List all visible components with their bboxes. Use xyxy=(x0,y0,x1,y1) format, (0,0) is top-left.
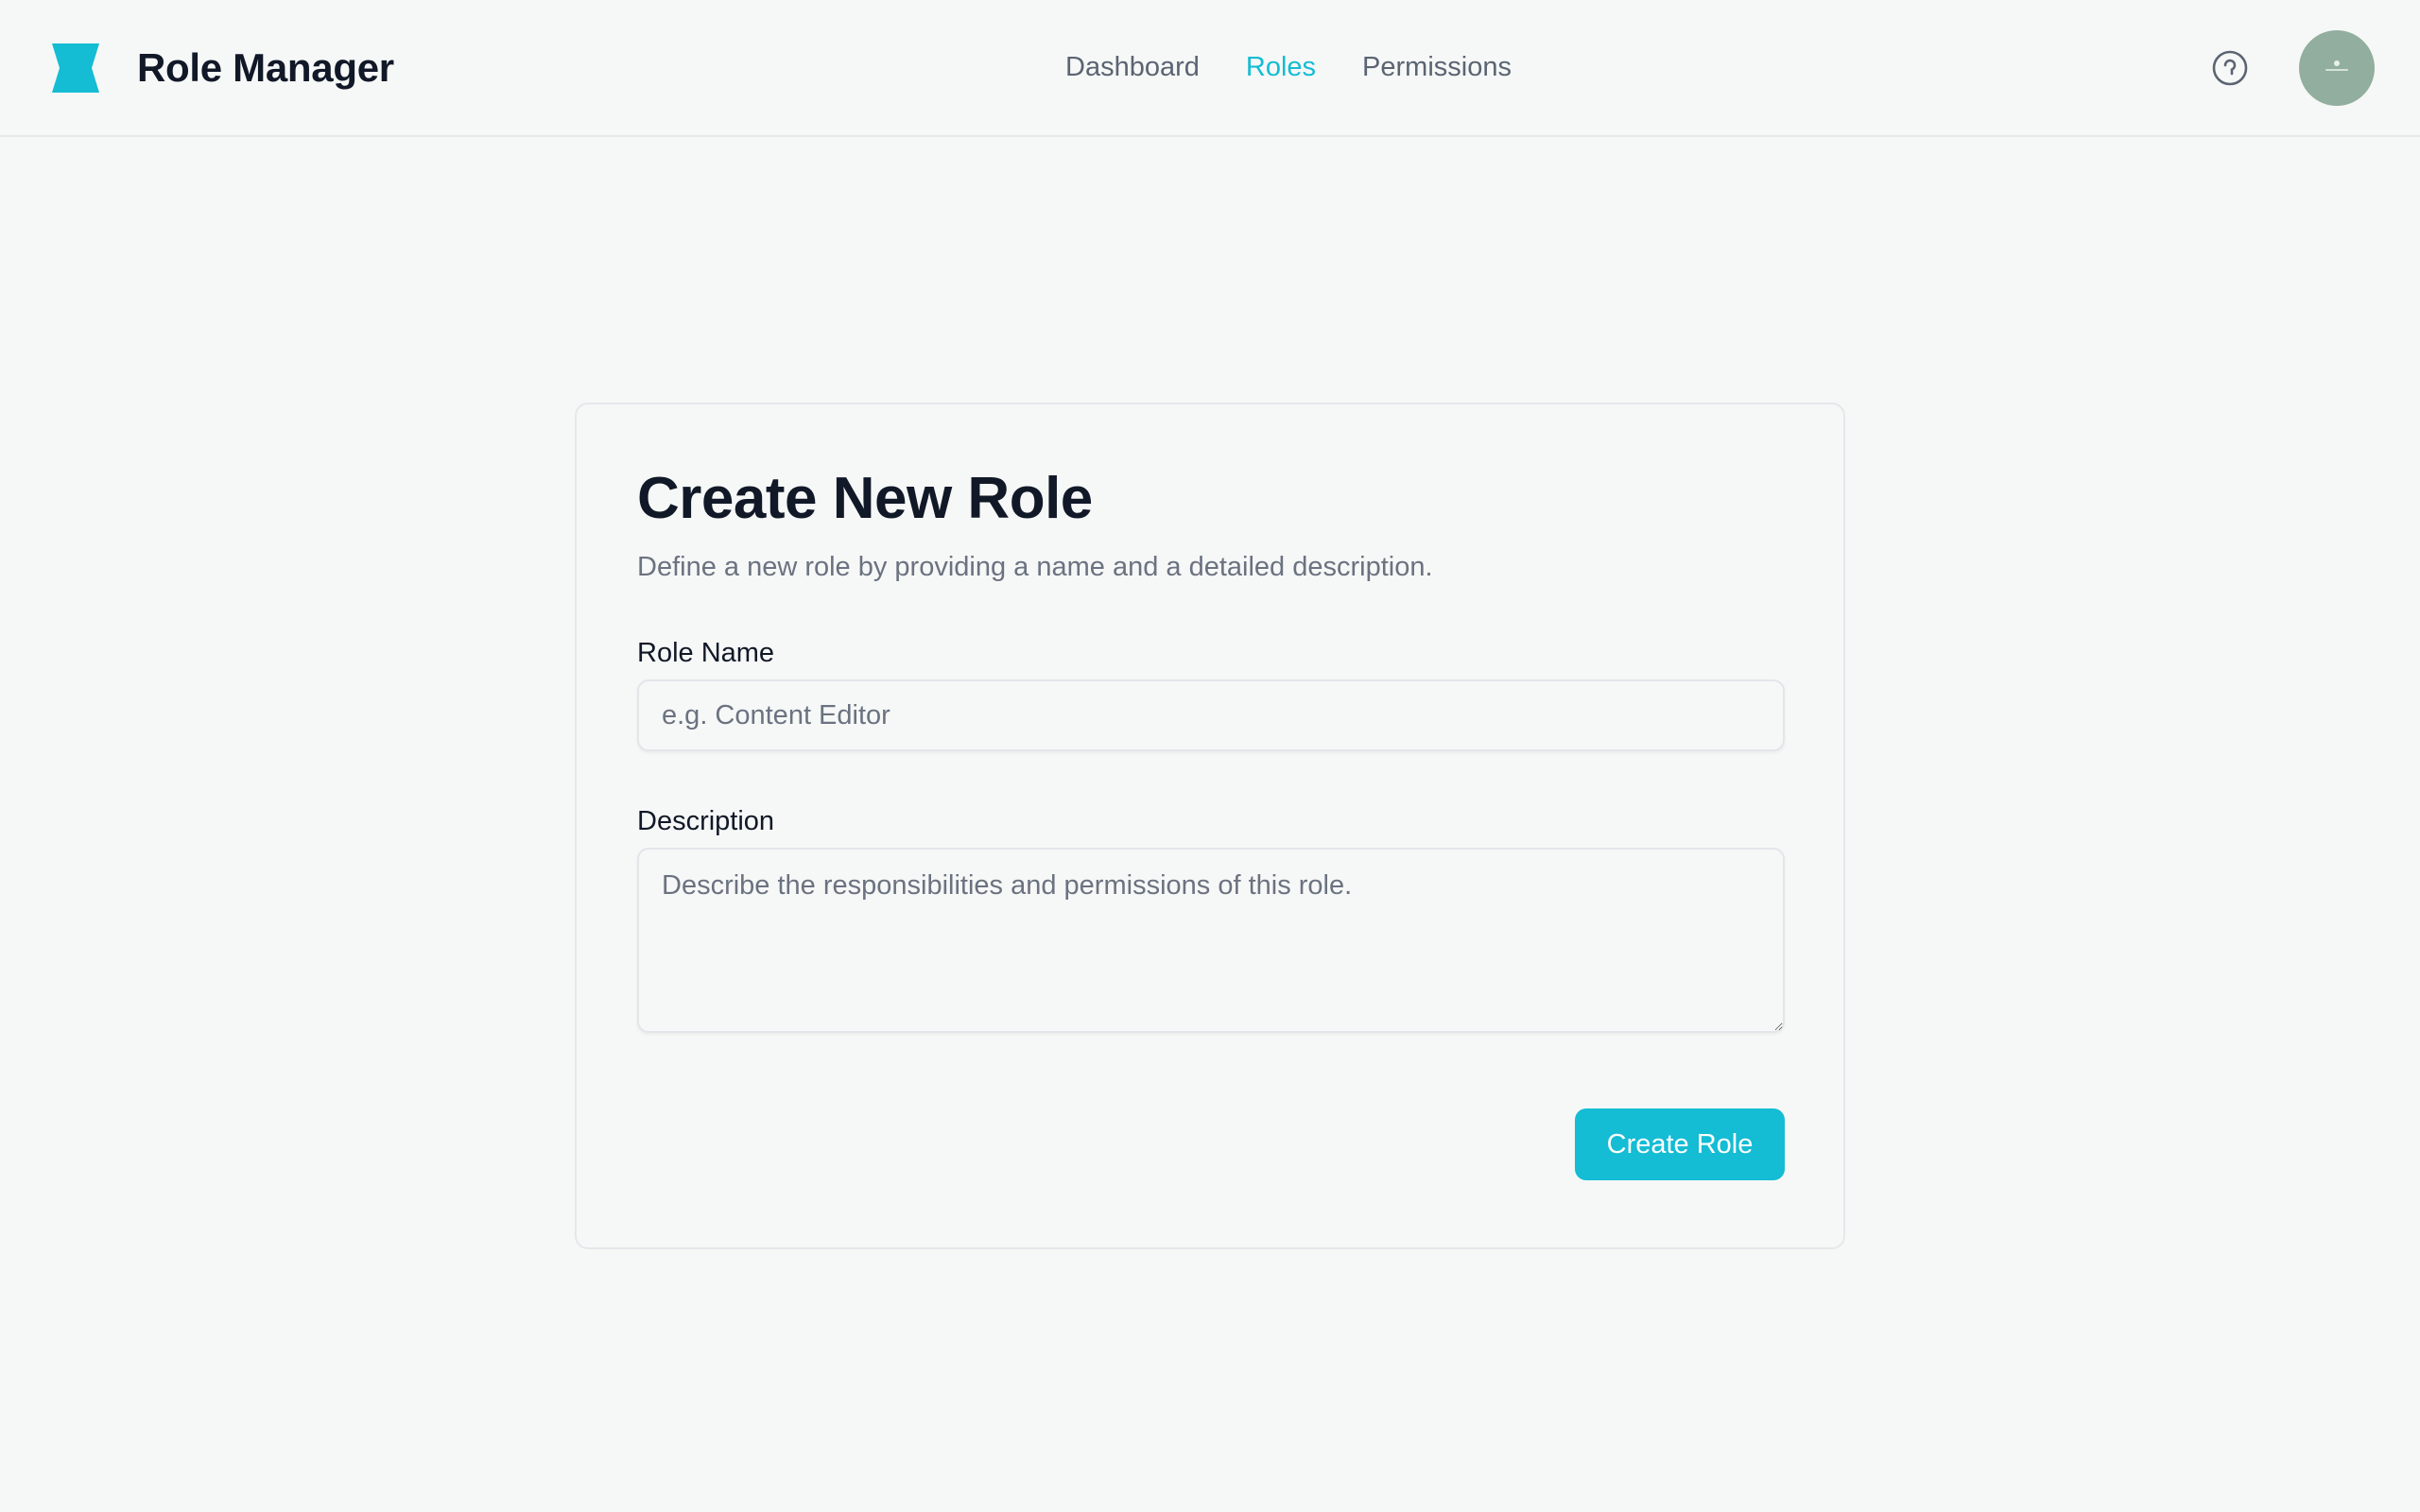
role-name-label: Role Name xyxy=(637,638,775,668)
user-avatar[interactable] xyxy=(2299,30,2375,106)
top-navigation-bar: Role Manager Dashboard Roles Permissions xyxy=(0,0,2420,137)
page-title: Create New Role xyxy=(637,466,1093,531)
description-label: Description xyxy=(637,806,775,836)
app-title: Role Manager xyxy=(137,45,394,90)
create-role-button[interactable]: Create Role xyxy=(1575,1108,1785,1180)
brand[interactable]: Role Manager xyxy=(52,40,394,96)
nav-item-dashboard[interactable]: Dashboard xyxy=(1065,47,1200,87)
hourglass-logo-icon xyxy=(52,43,99,93)
theme-toggle-button[interactable] xyxy=(2209,47,2251,89)
form-actions: Create Role xyxy=(637,1108,1785,1180)
page-subtitle: Define a new role by providing a name an… xyxy=(637,552,1433,582)
description-textarea[interactable] xyxy=(637,848,1785,1033)
role-name-input[interactable] xyxy=(637,679,1785,751)
avatar-image xyxy=(2325,60,2348,71)
theme-toggle-icon xyxy=(2212,50,2248,86)
create-role-card: Create New Role Define a new role by pro… xyxy=(575,403,1845,1249)
main-nav: Dashboard Roles Permissions xyxy=(1065,47,1558,87)
nav-item-permissions[interactable]: Permissions xyxy=(1362,47,1512,87)
nav-item-roles[interactable]: Roles xyxy=(1246,47,1316,87)
